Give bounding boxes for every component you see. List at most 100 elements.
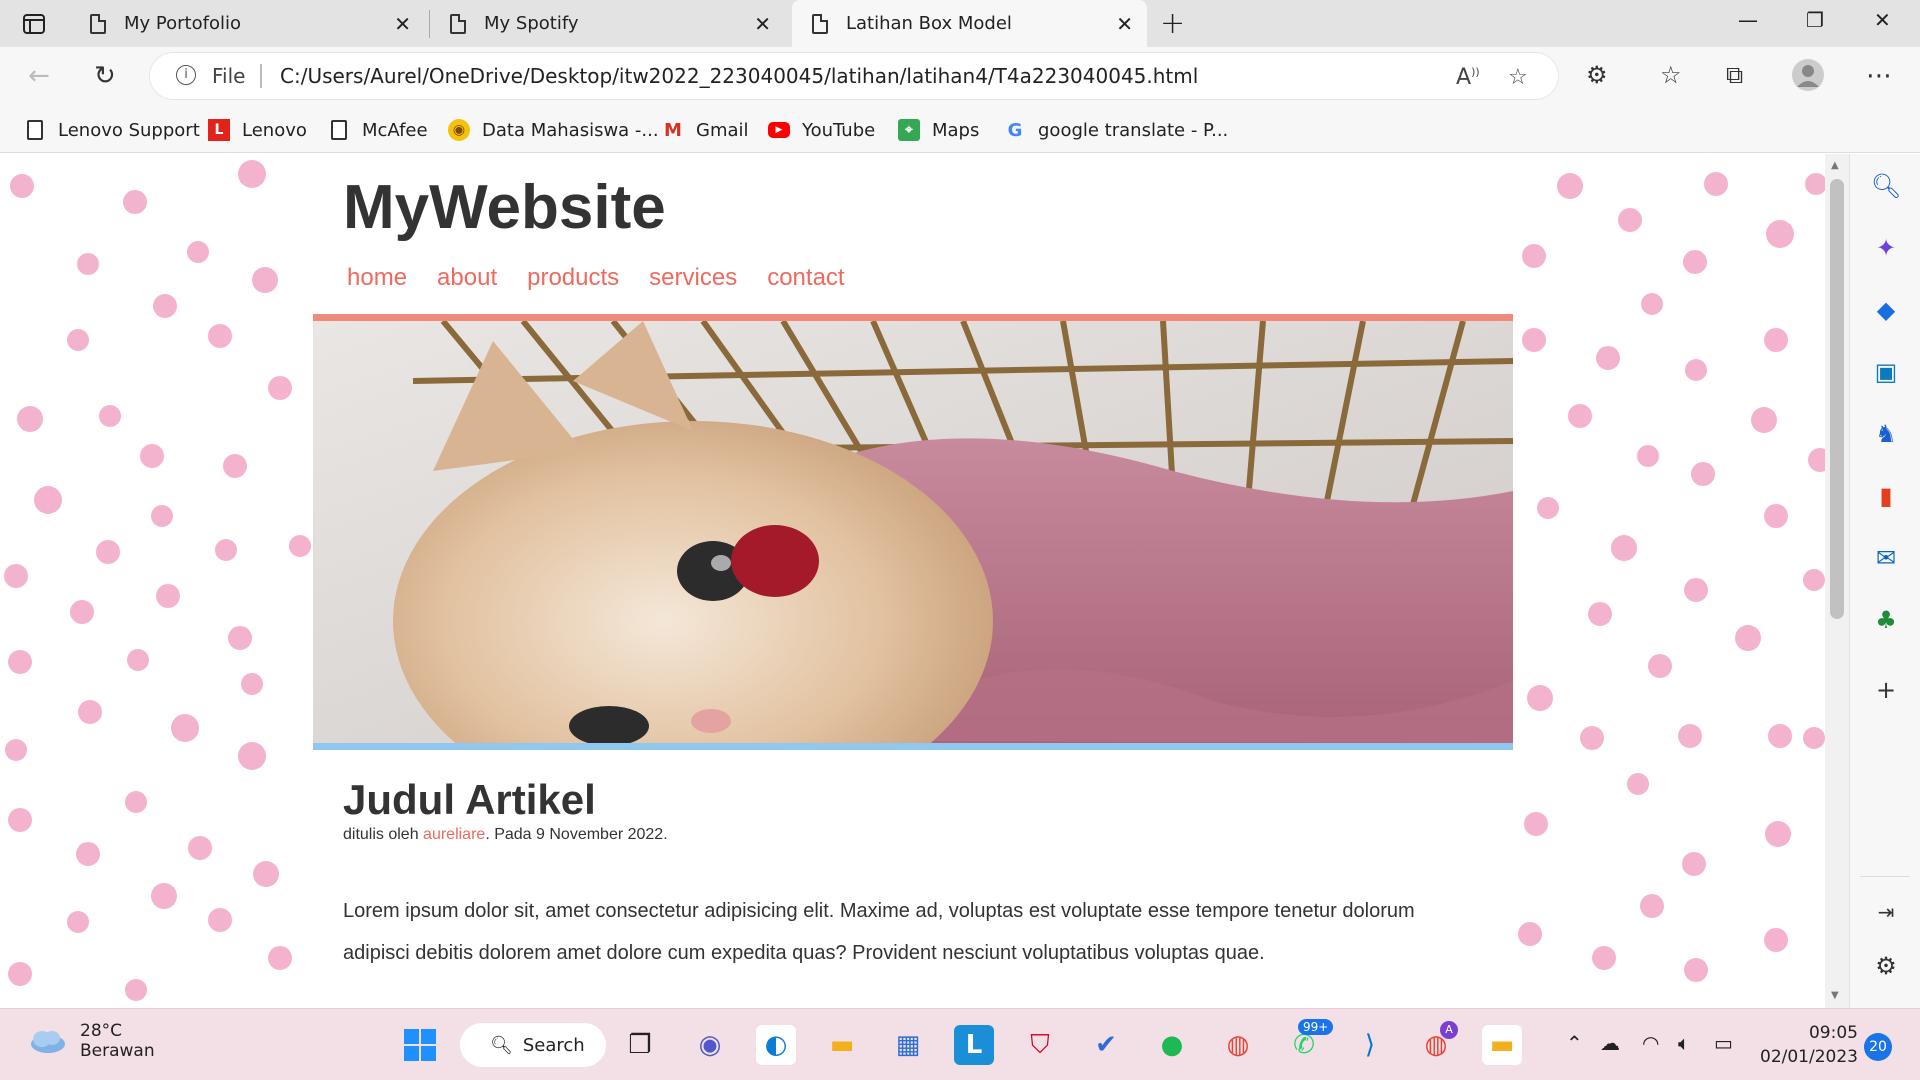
nav-home-link[interactable]: home [347, 264, 407, 292]
page-scrollbar[interactable]: ▲ ▼ [1825, 154, 1849, 1008]
volume-icon[interactable]: 🔈︎ [1678, 1031, 1690, 1055]
collections-icon[interactable]: ⧉ [1726, 61, 1743, 89]
bookmark-data-mahasiswa[interactable]: ◉ Data Mahasiswa -... [448, 115, 659, 145]
start-button[interactable] [400, 1025, 440, 1065]
task-view-icon[interactable]: ❐ [620, 1025, 660, 1065]
page-viewport[interactable]: MyWebsite home about products services c… [0, 154, 1833, 1008]
favorites-icon[interactable]: ☆ [1660, 61, 1682, 89]
restore-button[interactable]: ❐ [1806, 8, 1824, 32]
vscode-icon[interactable]: ⟩ [1350, 1025, 1390, 1065]
profile-avatar[interactable] [1792, 59, 1824, 98]
author-link[interactable]: aureliare [423, 826, 485, 843]
extensions-icon[interactable]: ⚙ [1586, 61, 1608, 89]
tab-actions-icon [23, 14, 45, 34]
tab-actions-button[interactable] [14, 10, 54, 38]
edge-browser-icon[interactable]: ◐ [756, 1025, 796, 1065]
office-icon[interactable]: ▮ [1872, 482, 1900, 510]
back-button[interactable]: ← [28, 61, 50, 91]
more-menu-icon[interactable]: ⋯ [1866, 61, 1892, 91]
whatsapp-badge: 99+ [1298, 1019, 1334, 1035]
bookmark-maps[interactable]: ⌖ Maps [898, 115, 979, 145]
tools-icon[interactable]: ▣ [1872, 358, 1900, 386]
new-tab-button[interactable]: + [1160, 6, 1185, 41]
article-title: Judul Artikel [343, 776, 596, 823]
google-icon: G [1007, 119, 1023, 141]
page-icon [24, 119, 46, 141]
article-byline: ditulis oleh aureliare. Pada 9 November … [343, 826, 668, 844]
games-icon[interactable]: ♞ [1872, 420, 1900, 448]
search-icon[interactable]: 🔍︎ [1871, 172, 1901, 200]
refresh-button[interactable]: ↻ [94, 61, 116, 91]
page-icon [90, 13, 106, 34]
bookmark-youtube[interactable]: ▶ YouTube [768, 115, 875, 145]
file-explorer-icon[interactable]: ▬ [822, 1025, 862, 1065]
add-sidebar-app-icon[interactable]: + [1872, 676, 1900, 704]
microsoft-store-icon[interactable]: ▦ [888, 1025, 928, 1065]
nav-services-link[interactable]: services [649, 264, 737, 292]
address-bar[interactable]: i File C:/Users/Aurel/OneDrive/Desktop/i… [150, 53, 1558, 99]
wifi-icon[interactable]: ◠ [1642, 1031, 1659, 1055]
drop-icon[interactable]: ♣ [1872, 606, 1900, 634]
navigation-toolbar: ← ↻ i File C:/Users/Aurel/OneDrive/Deskt… [0, 47, 1920, 107]
bookmark-gmail[interactable]: M Gmail [662, 115, 749, 145]
scroll-down-arrow-icon[interactable]: ▼ [1831, 990, 1839, 1001]
outlook-icon[interactable]: ✉ [1872, 544, 1900, 572]
notification-badge[interactable]: 20 [1864, 1033, 1892, 1061]
close-icon[interactable]: ✕ [394, 12, 411, 36]
nav-contact-link[interactable]: contact [767, 264, 844, 292]
bookmarks-bar: Lenovo Support L Lenovo McAfee ◉ Data Ma… [0, 107, 1920, 153]
info-icon[interactable]: i [176, 65, 196, 85]
onedrive-cloud-icon[interactable]: ☁ [1600, 1031, 1620, 1055]
bookmark-label: Maps [932, 119, 980, 141]
chrome-icon[interactable]: ◍ [1218, 1025, 1258, 1065]
tab-my-portofolio[interactable]: My Portofolio ✕ [70, 0, 425, 47]
read-aloud-icon[interactable]: A)) [1456, 65, 1480, 90]
teams-chat-icon[interactable]: ◉ [690, 1025, 730, 1065]
nav-products-link[interactable]: products [527, 264, 619, 292]
spotify-icon[interactable]: ● [1152, 1025, 1192, 1065]
nav-about-link[interactable]: about [437, 264, 497, 292]
main-nav: home about products services contact [347, 264, 845, 292]
tab-latihan-box-model[interactable]: Latihan Box Model ✕ [792, 0, 1147, 47]
system-clock[interactable]: 09:05 02/01/2023 [1760, 1021, 1858, 1069]
shopping-tag-icon[interactable]: ◆ [1872, 296, 1900, 324]
close-icon[interactable]: ✕ [1116, 12, 1133, 36]
hide-sidebar-icon[interactable]: ⇥ [1872, 898, 1900, 926]
minimize-button[interactable]: — [1738, 8, 1758, 32]
university-logo-icon: ◉ [448, 119, 470, 141]
show-hidden-icons-icon[interactable]: ⌃ [1566, 1031, 1583, 1055]
battery-icon[interactable]: ▭ [1714, 1031, 1733, 1055]
close-icon[interactable]: ✕ [754, 12, 771, 36]
weather-temp: 28°C [80, 1021, 123, 1041]
divider [260, 64, 262, 88]
windows-taskbar: 28°C Berawan 🔍︎ Search ❐ ◉ ◐ ▬ ▦ L ⛉ ✔ ●… [0, 1008, 1920, 1080]
bookmark-lenovo-support[interactable]: Lenovo Support [24, 115, 200, 145]
search-label: Search [522, 1034, 585, 1056]
mcafee-icon[interactable]: ⛉ [1020, 1025, 1060, 1065]
scheme-label: File [212, 64, 246, 88]
lenovo-vantage-icon[interactable]: L [954, 1025, 994, 1065]
byline-suffix: . Pada 9 November 2022. [485, 826, 668, 843]
weather-widget[interactable]: 28°C Berawan [28, 1021, 155, 1061]
scrollbar-thumb[interactable] [1830, 179, 1844, 619]
copilot-icon[interactable]: ✦ [1872, 234, 1900, 262]
add-favorite-icon[interactable]: ☆ [1508, 65, 1528, 90]
close-window-button[interactable]: ✕ [1874, 8, 1891, 32]
url-text[interactable]: C:/Users/Aurel/OneDrive/Desktop/itw2022_… [280, 64, 1198, 88]
bookmark-label: Lenovo [242, 119, 307, 141]
tab-my-spotify[interactable]: My Spotify ✕ [430, 0, 785, 47]
bookmark-label: Gmail [696, 119, 749, 141]
site-title: MyWebsite [343, 173, 666, 242]
windows-logo-icon [404, 1029, 436, 1061]
bookmark-lenovo[interactable]: L Lenovo [208, 115, 307, 145]
search-icon: 🔍︎ [490, 1034, 513, 1056]
tab-label: My Spotify [484, 13, 579, 34]
taskbar-search[interactable]: 🔍︎ Search [460, 1023, 606, 1067]
todo-icon[interactable]: ✔ [1086, 1025, 1126, 1065]
bookmark-google-translate[interactable]: G google translate - P... [1004, 115, 1229, 145]
hero-image [313, 314, 1513, 750]
settings-gear-icon[interactable]: ⚙ [1872, 952, 1900, 980]
scroll-up-arrow-icon[interactable]: ▲ [1831, 160, 1839, 171]
bookmark-mcafee[interactable]: McAfee [328, 115, 428, 145]
onedrive-folder-icon[interactable]: ▬ [1482, 1025, 1522, 1065]
